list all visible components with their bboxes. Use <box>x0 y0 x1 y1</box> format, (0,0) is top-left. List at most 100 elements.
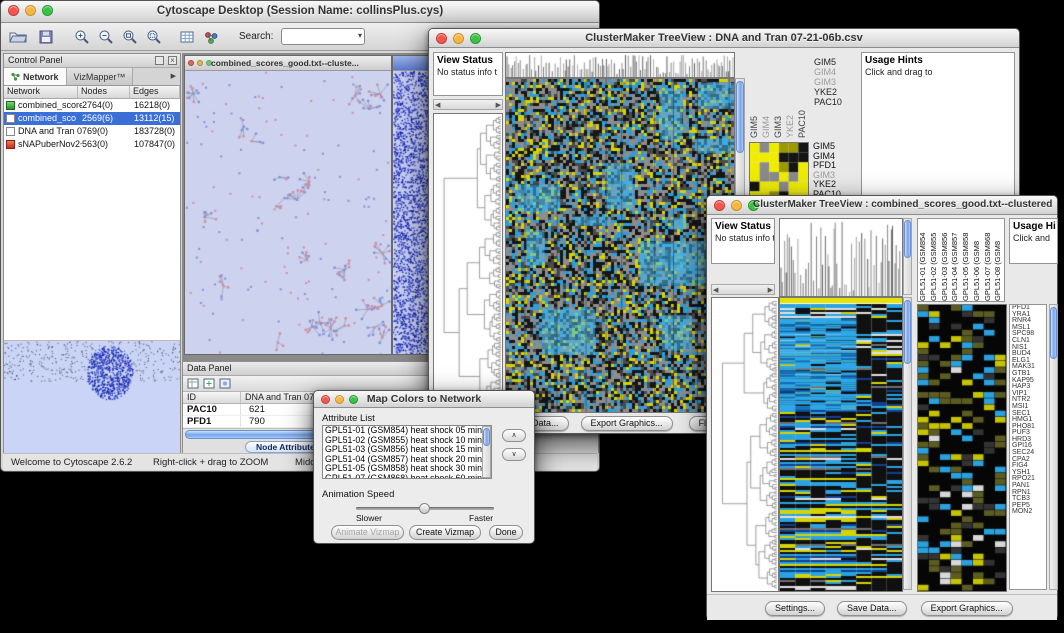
data-panel-title: Data Panel <box>187 363 232 373</box>
create-attribute-icon[interactable] <box>203 378 215 389</box>
network-row[interactable]: sNAPuberNov2+563(0)107847(0) <box>4 138 180 151</box>
heatmap-global-canvas[interactable] <box>505 78 735 413</box>
export-graphics-button[interactable]: Export Graphics... <box>921 601 1013 616</box>
vizmapper-icon <box>204 31 218 44</box>
heatmap-vscrollbar[interactable] <box>903 297 912 590</box>
dialog-titlebar[interactable]: Map Colors to Network <box>314 391 534 408</box>
heatmap-global-canvas[interactable] <box>779 297 903 592</box>
view-status-text: No status info t <box>712 232 774 244</box>
background-frame-titlebar[interactable] <box>393 56 433 71</box>
gene-list-vscrollbar[interactable] <box>1049 304 1058 590</box>
settings-button[interactable]: Settings... <box>765 601 825 616</box>
gene-label[interactable]: YKE2 <box>814 87 858 97</box>
move-down-button[interactable]: ∨ <box>502 448 526 461</box>
export-graphics-button[interactable]: Export Graphics... <box>581 416 673 431</box>
network-node-count: 2764(0) <box>82 99 134 112</box>
float-panel-icon[interactable] <box>155 56 164 65</box>
dendrogram-hscrollbar[interactable]: ◀▶ <box>711 284 775 295</box>
dendrogram-hscrollbar[interactable]: ◀▶ <box>433 99 503 110</box>
attribute-batch-icon[interactable] <box>219 378 231 389</box>
vscrollbar-thumb[interactable] <box>736 81 744 153</box>
view-status-box: View Status No status info t <box>711 218 775 264</box>
save-session-button[interactable] <box>35 27 57 47</box>
animation-speed-label: Animation Speed <box>322 489 394 500</box>
row-id: PAC10 <box>183 404 241 415</box>
rotated-array-label: GIM3 <box>773 52 785 138</box>
gene-label[interactable]: GIM5 <box>814 57 858 67</box>
frame-close-button[interactable] <box>188 60 194 66</box>
gene-label[interactable]: MON2 <box>1012 509 1046 516</box>
control-panel-header: Control Panel × <box>4 54 180 68</box>
slider-thumb[interactable] <box>419 503 430 514</box>
network-row[interactable]: DNA and Tran 07769(0)183728(0) <box>4 125 180 138</box>
vscrollbar-thumb[interactable] <box>904 300 911 364</box>
treeview-combined-titlebar[interactable]: ClusterMaker TreeView : combined_scores_… <box>707 196 1057 215</box>
array-label-strip-canvas[interactable] <box>779 218 903 297</box>
column-header-id[interactable]: ID <box>183 392 241 403</box>
usage-hints-text: Click and <box>1010 232 1057 244</box>
column-header-nodes[interactable]: Nodes <box>78 86 130 98</box>
network-view-titlebar[interactable]: combined_scores_good.txt--cluste... <box>185 56 391 71</box>
treeview-dna-titlebar[interactable]: ClusterMaker TreeView : DNA and Tran 07-… <box>429 29 1019 48</box>
scroll-left-icon[interactable]: ◀ <box>435 101 440 109</box>
column-header-edges[interactable]: Edges <box>130 86 180 98</box>
gene-label[interactable]: GIM4 <box>814 67 858 77</box>
tab-network[interactable]: Network <box>4 68 67 85</box>
attribute-item[interactable]: GPL51-07 (GSM868) heat shock 60 min <box>323 474 491 479</box>
column-header-network[interactable]: Network <box>4 86 78 98</box>
animate-vizmap-button[interactable]: Animate Vizmap <box>331 525 404 540</box>
gene-label[interactable]: PAC10 <box>814 97 858 107</box>
select-attributes-icon[interactable] <box>187 378 199 389</box>
slower-label: Slower <box>356 513 382 523</box>
network-list: combined_scores2764(0)16218(0)combined_s… <box>4 99 180 151</box>
zoom-gene-labels: GIM5GIM4GIM3YKE2PAC10 <box>814 57 858 107</box>
control-panel: Control Panel × Network VizMapper™ ▶ Net… <box>3 53 181 453</box>
heatmap-zoom-canvas[interactable] <box>917 304 1007 592</box>
array-dendrogram-canvas[interactable] <box>505 52 735 78</box>
correlation-matrix-canvas[interactable] <box>749 142 809 202</box>
attribute-list: GPL51-01 (GSM854) heat shock 05 minGPL51… <box>323 426 491 479</box>
vizmapper-button[interactable] <box>200 27 222 47</box>
move-up-button[interactable]: ∧ <box>502 429 526 442</box>
zoom-selected-button[interactable] <box>143 27 165 47</box>
scroll-right-icon[interactable]: ▶ <box>768 286 773 294</box>
frame-minimize-button[interactable] <box>197 60 203 66</box>
tab-overflow-button[interactable]: ▶ <box>167 68 180 85</box>
create-vizmap-button[interactable]: Create Vizmap <box>409 525 481 540</box>
search-input[interactable]: ▾ <box>281 28 365 45</box>
animation-speed-slider[interactable] <box>356 507 494 510</box>
label-vscrollbar[interactable] <box>903 218 912 295</box>
gene-label[interactable]: GIM3 <box>814 77 858 87</box>
attribute-browser-button[interactable] <box>176 27 198 47</box>
scroll-left-icon[interactable]: ◀ <box>713 286 718 294</box>
network-graph-canvas[interactable] <box>185 71 391 354</box>
folder-open-icon <box>9 30 27 44</box>
done-button[interactable]: Done <box>489 525 523 540</box>
save-data-button[interactable]: Save Data... <box>837 601 907 616</box>
open-session-button[interactable] <box>7 27 29 47</box>
vscrollbar-thumb[interactable] <box>904 220 911 258</box>
zoom-fit-button[interactable] <box>119 27 141 47</box>
network-node-count: 563(0) <box>82 138 134 151</box>
zoom-in-button[interactable] <box>71 27 93 47</box>
birdseye-view[interactable] <box>4 340 180 453</box>
attribute-listbox[interactable]: GPL51-01 (GSM854) heat shock 05 minGPL51… <box>322 425 492 479</box>
tab-vizmapper[interactable]: VizMapper™ <box>67 68 134 85</box>
desktop-background: Cytoscape Desktop (Session Name: collins… <box>0 0 1064 633</box>
dense-network-canvas[interactable] <box>393 71 433 354</box>
vscrollbar-thumb[interactable] <box>483 428 490 446</box>
zoom-out-button[interactable] <box>95 27 117 47</box>
control-panel-tabs: Network VizMapper™ ▶ <box>4 68 180 86</box>
chevron-down-icon[interactable]: ▾ <box>358 31 362 40</box>
network-row[interactable]: combined_sco2569(6)13112(15) <box>4 112 180 125</box>
gene-dendrogram-canvas[interactable] <box>433 113 503 413</box>
network-row[interactable]: combined_scores2764(0)16218(0) <box>4 99 180 112</box>
listbox-vscrollbar[interactable] <box>482 426 491 478</box>
row-value: 621 <box>241 404 265 415</box>
vscrollbar-thumb[interactable] <box>1050 307 1057 359</box>
gene-dendrogram-canvas[interactable] <box>711 297 779 592</box>
network-node-count: 769(0) <box>82 125 134 138</box>
close-panel-icon[interactable]: × <box>168 56 177 65</box>
cytoscape-titlebar[interactable]: Cytoscape Desktop (Session Name: collins… <box>1 1 599 23</box>
scroll-right-icon[interactable]: ▶ <box>496 101 501 109</box>
